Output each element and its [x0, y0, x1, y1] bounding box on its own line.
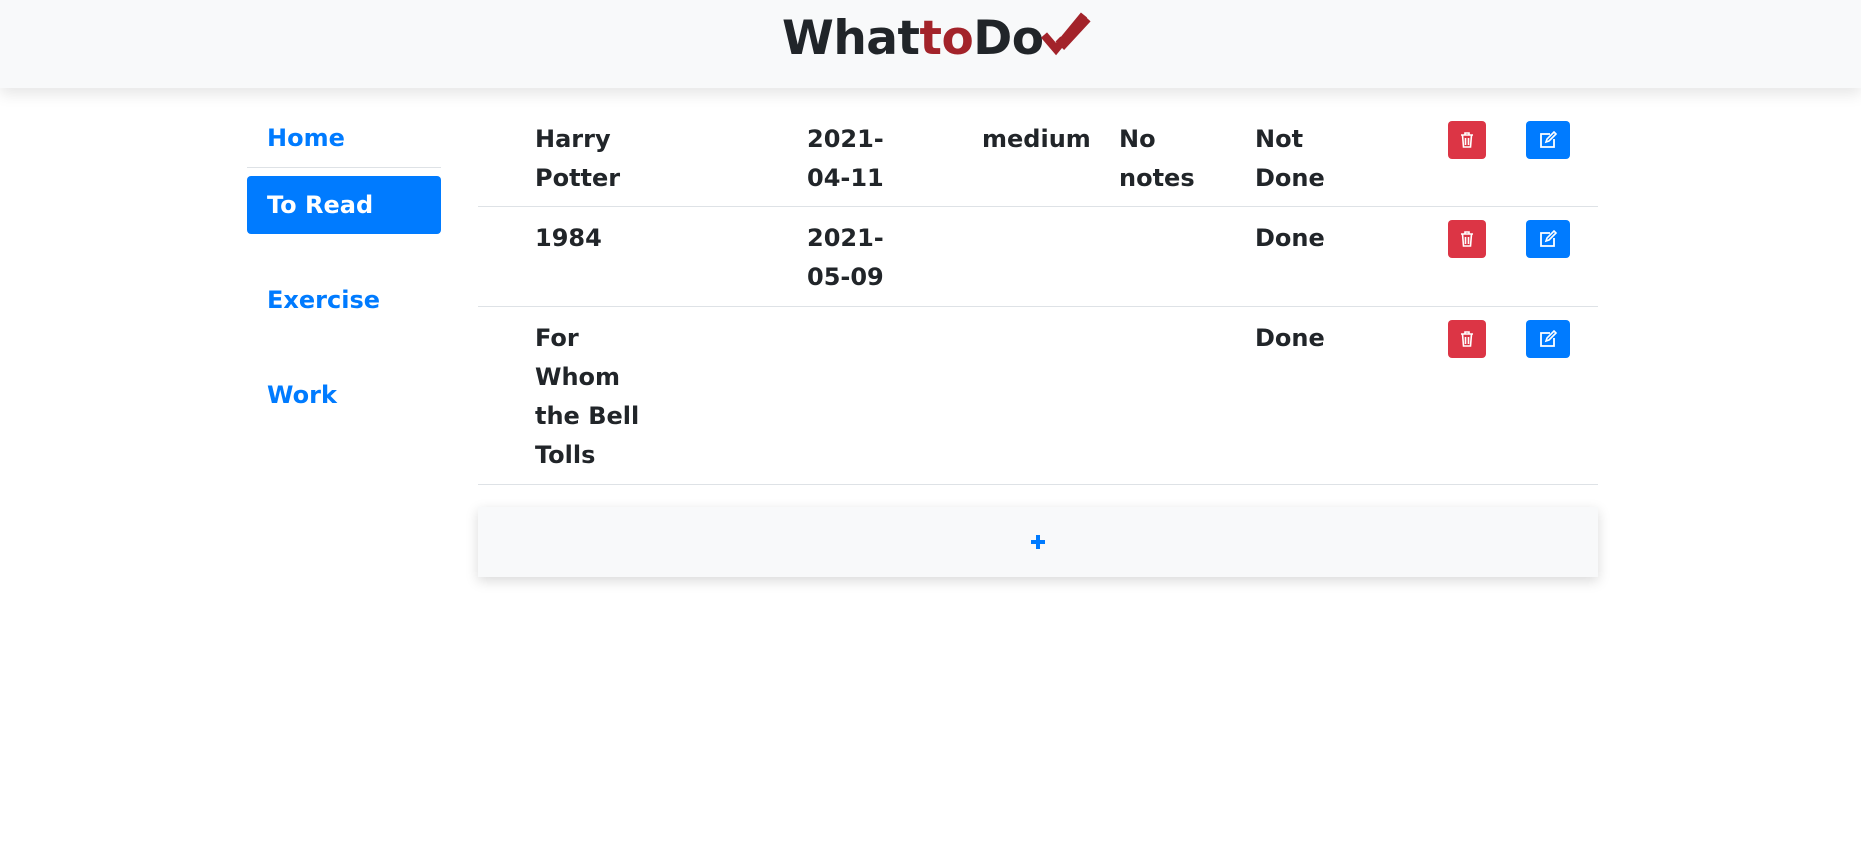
double-check-icon [1040, 12, 1091, 56]
edit-icon [1540, 230, 1558, 247]
table-row: For Whom the Bell Tolls Done [478, 307, 1598, 485]
brand-suffix: Do [973, 10, 1044, 66]
item-status: Done [1255, 324, 1325, 352]
sidebar-item-to-read[interactable]: To Read [247, 176, 441, 234]
app-header: What to Do [0, 0, 1861, 88]
edit-button[interactable] [1526, 121, 1570, 159]
item-title: Harry Potter [535, 125, 621, 192]
edit-icon [1540, 131, 1558, 148]
item-status: Not Done [1255, 125, 1325, 192]
table-row: Harry Potter 2021-04-11 medium No notes … [478, 108, 1598, 207]
edit-button[interactable] [1526, 320, 1570, 358]
delete-button[interactable] [1448, 320, 1486, 358]
item-notes: No notes [1119, 125, 1195, 192]
delete-button[interactable] [1448, 121, 1486, 159]
trash-icon [1461, 231, 1473, 247]
edit-icon [1540, 330, 1558, 347]
sidebar-item-home[interactable]: Home [247, 108, 441, 168]
table-row: 1984 2021-05-09 Done [478, 207, 1598, 307]
trash-icon [1461, 132, 1473, 148]
sidebar-item-label: Home [267, 124, 345, 152]
item-status: Done [1255, 224, 1325, 252]
sidebar-item-label: To Read [267, 191, 374, 219]
sidebar-nav: Home To Read Exercise Work [247, 108, 441, 424]
sidebar-item-work[interactable]: Work [247, 366, 441, 424]
add-item-button[interactable] [478, 507, 1598, 577]
item-title: For Whom the Bell Tolls [535, 324, 640, 469]
brand-highlight: to [919, 10, 974, 66]
item-date: 2021-04-11 [807, 125, 884, 192]
plus-icon [1031, 535, 1045, 549]
sidebar-item-label: Work [267, 381, 337, 409]
item-priority: medium [982, 125, 1091, 153]
trash-icon [1461, 331, 1473, 347]
todo-table: Harry Potter 2021-04-11 medium No notes … [478, 108, 1598, 485]
edit-button[interactable] [1526, 220, 1570, 258]
brand-logo[interactable]: What to Do [782, 8, 1092, 68]
sidebar-item-label: Exercise [267, 286, 381, 314]
brand-prefix: What [782, 10, 920, 66]
delete-button[interactable] [1448, 220, 1486, 258]
item-date: 2021-05-09 [807, 224, 884, 291]
sidebar-item-exercise[interactable]: Exercise [247, 271, 441, 329]
item-title: 1984 [535, 224, 602, 252]
